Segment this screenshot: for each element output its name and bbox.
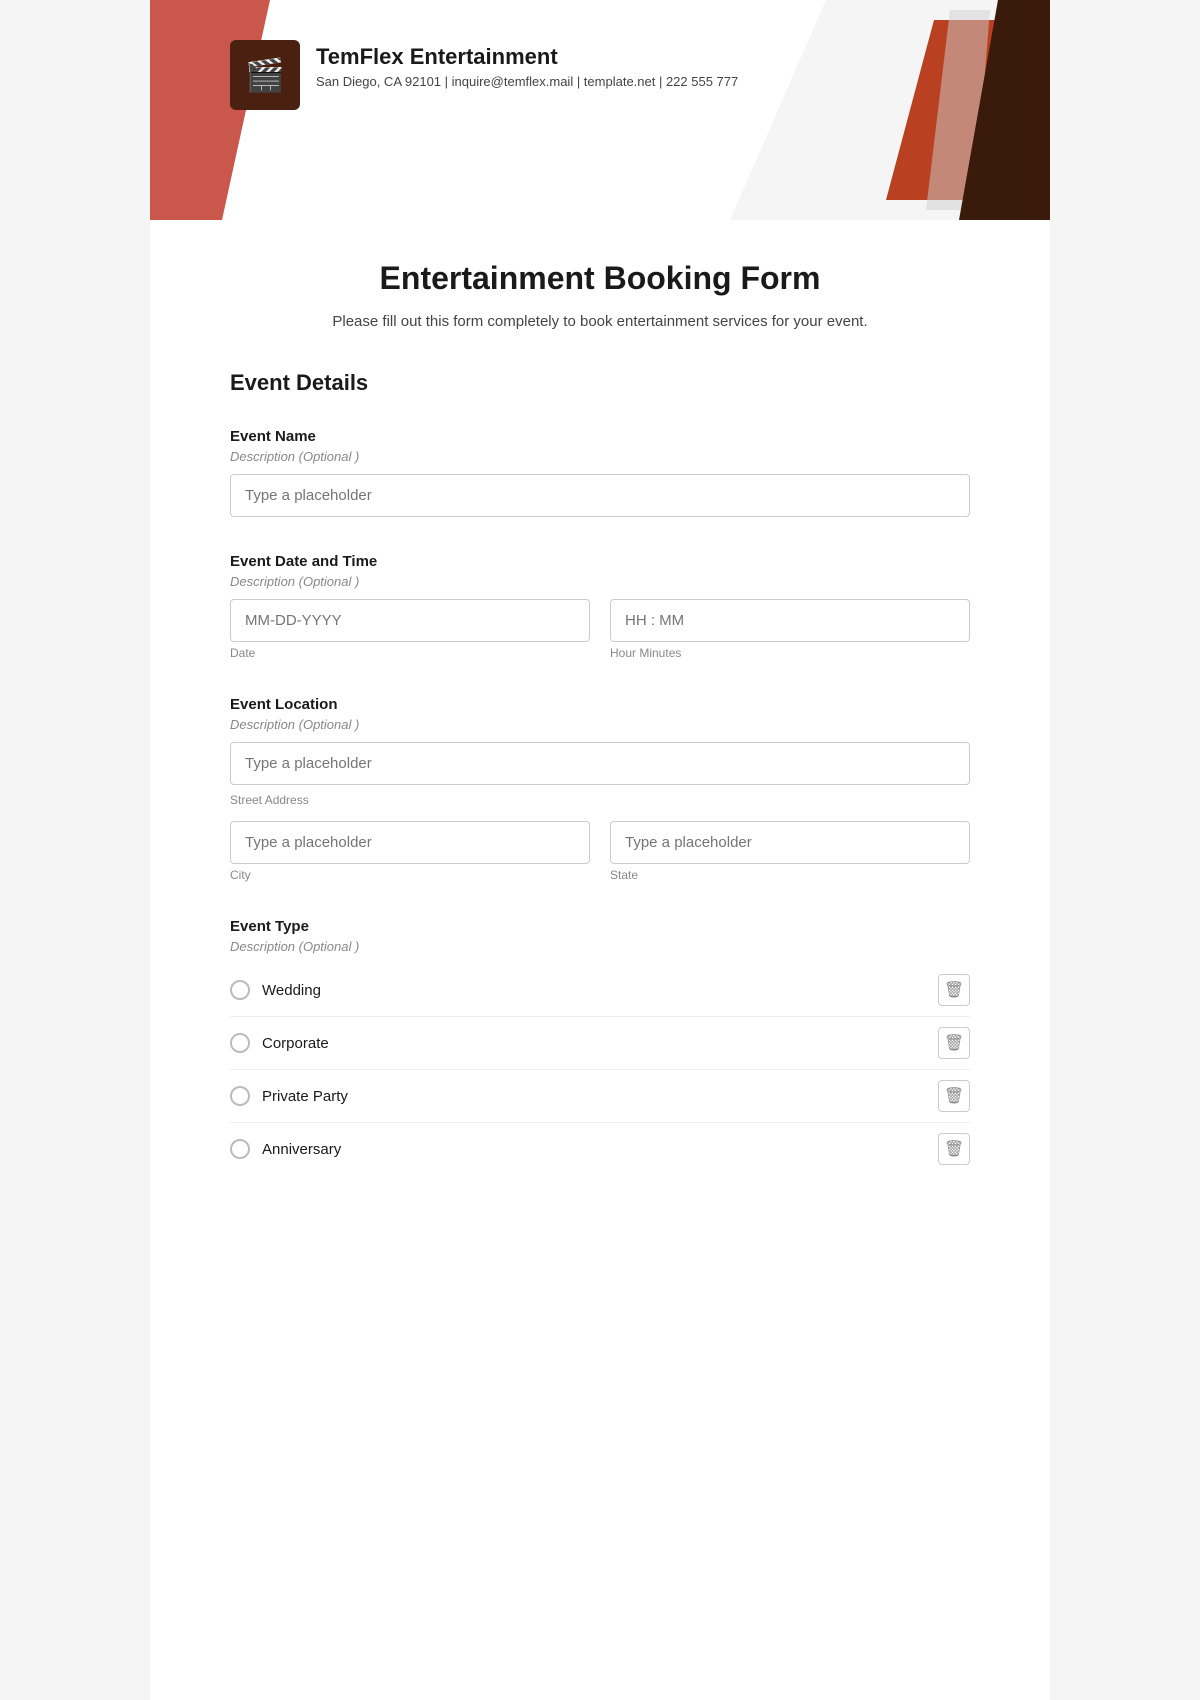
section-event-details-title: Event Details [230,370,970,404]
event-type-option: Corporate 🗑 [230,1017,970,1070]
event-location-city-state: City State [230,821,970,882]
event-time-input[interactable] [610,599,970,642]
event-location-description: Description (Optional ) [230,717,970,732]
event-time-field: Hour Minutes [610,599,970,660]
radio-circle[interactable] [230,1086,250,1106]
event-type-label: Event Type [230,918,970,935]
delete-option-button[interactable]: 🗑 [938,1027,970,1059]
event-name-description: Description (Optional ) [230,449,970,464]
event-name-group: Event Name Description (Optional ) [230,428,970,517]
event-city-input[interactable] [230,821,590,864]
logo-icon: 🎬 [245,56,285,94]
event-type-option: Wedding 🗑 [230,964,970,1017]
event-city-sublabel: City [230,868,590,882]
event-location-address-sublabel: Street Address [230,793,970,807]
event-date-input[interactable] [230,599,590,642]
delete-option-button[interactable]: 🗑 [938,1080,970,1112]
event-datetime-description: Description (Optional ) [230,574,970,589]
event-state-sublabel: State [610,868,970,882]
form-subtitle: Please fill out this form completely to … [230,313,970,330]
radio-label: Anniversary [262,1141,341,1158]
event-location-label: Event Location [230,696,970,713]
event-name-input[interactable] [230,474,970,517]
radio-circle[interactable] [230,1139,250,1159]
event-type-group: Event Type Description (Optional ) Weddi… [230,918,970,1175]
page: 🎬 TemFlex Entertainment San Diego, CA 92… [150,0,1050,1700]
header: 🎬 TemFlex Entertainment San Diego, CA 92… [150,0,1050,220]
event-time-sublabel: Hour Minutes [610,646,970,660]
event-location-address-input[interactable] [230,742,970,785]
delete-option-button[interactable]: 🗑 [938,974,970,1006]
event-location-group: Event Location Description (Optional ) S… [230,696,970,882]
event-date-field: Date [230,599,590,660]
delete-option-button[interactable]: 🗑 [938,1133,970,1165]
event-state-input[interactable] [610,821,970,864]
radio-label: Wedding [262,982,321,999]
radio-left: Wedding [230,980,321,1000]
form-title: Entertainment Booking Form [230,260,970,297]
event-datetime-fields: Date Hour Minutes [230,599,970,660]
event-datetime-label: Event Date and Time [230,553,970,570]
event-datetime-group: Event Date and Time Description (Optiona… [230,553,970,660]
radio-label: Corporate [262,1035,329,1052]
event-type-description: Description (Optional ) [230,939,970,954]
company-info: San Diego, CA 92101 | inquire@temflex.ma… [316,74,738,89]
radio-left: Anniversary [230,1139,341,1159]
radio-circle[interactable] [230,980,250,1000]
radio-left: Private Party [230,1086,348,1106]
header-text: TemFlex Entertainment San Diego, CA 9210… [316,40,738,89]
event-type-option: Private Party 🗑 [230,1070,970,1123]
event-city-field: City [230,821,590,882]
event-state-field: State [610,821,970,882]
event-date-sublabel: Date [230,646,590,660]
radio-left: Corporate [230,1033,329,1053]
event-name-label: Event Name [230,428,970,445]
radio-label: Private Party [262,1088,348,1105]
form-body: Entertainment Booking Form Please fill o… [150,220,1050,1271]
company-name: TemFlex Entertainment [316,44,738,70]
event-type-options: Wedding 🗑 Corporate 🗑 Private Party 🗑 An… [230,964,970,1175]
header-content: 🎬 TemFlex Entertainment San Diego, CA 92… [230,40,738,110]
event-type-option: Anniversary 🗑 [230,1123,970,1175]
radio-circle[interactable] [230,1033,250,1053]
header-bg-left [150,0,270,220]
logo-box: 🎬 [230,40,300,110]
